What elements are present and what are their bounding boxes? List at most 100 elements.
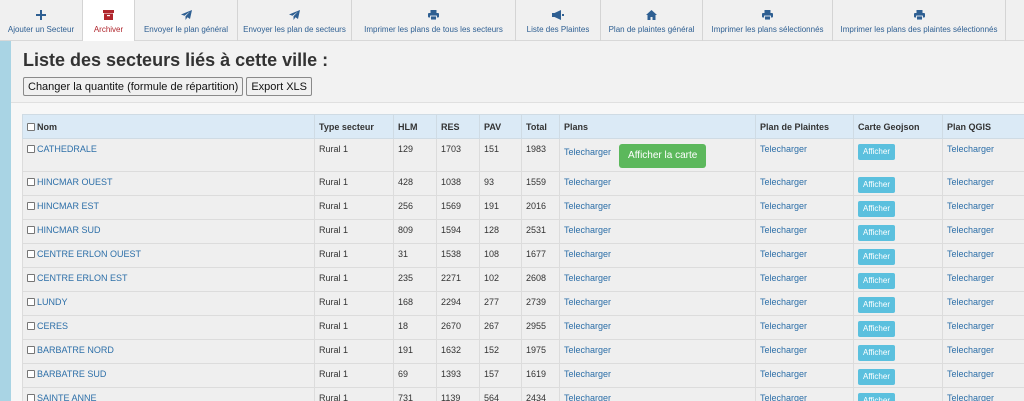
sector-name-link[interactable]: SAINTE ANNE [37,393,97,401]
toolbar-button-label: Plan de plaintes général [608,24,695,34]
plans-download-link[interactable]: Telecharger [564,249,611,259]
afficher-geojson-button[interactable]: Afficher [858,297,895,313]
cell-carte-geojson: Afficher [853,243,943,268]
plaintes-download-link[interactable]: Telecharger [760,249,807,259]
liste-plaintes-button[interactable]: Liste des Plaintes [516,0,601,41]
plans-download-link[interactable]: Telecharger [564,393,611,401]
plaintes-download-link[interactable]: Telecharger [760,273,807,283]
header-res: RES [436,114,480,139]
plaintes-download-link[interactable]: Telecharger [760,144,807,154]
envoyer-plans-secteurs-button[interactable]: Envoyer les plan de secteurs [238,0,352,41]
plaintes-download-link[interactable]: Telecharger [760,393,807,401]
imprimer-plans-selectionnes-button[interactable]: Imprimer les plans sélectionnés [703,0,833,41]
plaintes-download-link[interactable]: Telecharger [760,225,807,235]
row-checkbox[interactable] [27,145,35,153]
export-xls-button[interactable]: Export XLS [246,77,312,96]
plaintes-download-link[interactable]: Telecharger [760,345,807,355]
plans-download-link[interactable]: Telecharger [564,321,611,331]
cell-plan-plaintes: Telecharger [755,267,854,292]
table-row: HINCMAR SUD Rural 1 809 1594 128 2531 Telechar… [22,219,1024,244]
row-checkbox[interactable] [27,298,35,306]
afficher-geojson-button[interactable]: Afficher [858,345,895,361]
afficher-geojson-button[interactable]: Afficher [858,144,895,160]
row-checkbox[interactable] [27,370,35,378]
qgis-download-link[interactable]: Telecharger [947,201,994,211]
row-checkbox[interactable] [27,394,35,401]
left-sidebar-strip [0,41,11,401]
qgis-download-link[interactable]: Telecharger [947,345,994,355]
plaintes-download-link[interactable]: Telecharger [760,369,807,379]
cell-plan-qgis: Telecharger [942,219,1024,244]
plaintes-download-link[interactable]: Telecharger [760,297,807,307]
cell-hlm: 256 [393,195,437,220]
afficher-geojson-button[interactable]: Afficher [858,321,895,337]
plans-download-link[interactable]: Telecharger [564,273,611,283]
cell-pav: 152 [479,339,522,364]
afficher-geojson-button[interactable]: Afficher [858,177,895,193]
cell-plan-qgis: Telecharger [942,171,1024,196]
row-checkbox[interactable] [27,346,35,354]
afficher-geojson-button[interactable]: Afficher [858,369,895,385]
plaintes-download-link[interactable]: Telecharger [760,177,807,187]
qgis-download-link[interactable]: Telecharger [947,297,994,307]
cell-nom: CENTRE ERLON EST [22,267,315,292]
sector-name-link[interactable]: HINCMAR EST [37,201,99,211]
afficher-geojson-button[interactable]: Afficher [858,249,895,265]
archiver-button[interactable]: Archiver [83,0,135,41]
select-all-checkbox[interactable] [27,122,35,131]
afficher-geojson-button[interactable]: Afficher [858,393,895,401]
table-row: CENTRE ERLON EST Rural 1 235 2271 102 2608 Tel… [22,267,1024,292]
cell-nom: LUNDY [22,291,315,316]
imprimer-plans-tous-secteurs-button[interactable]: Imprimer les plans de tous les secteurs [352,0,516,41]
sector-name-link[interactable]: HINCMAR SUD [37,225,101,235]
plans-download-link[interactable]: Telecharger [564,147,611,157]
qgis-download-link[interactable]: Telecharger [947,273,994,283]
row-checkbox[interactable] [27,250,35,258]
change-quantity-button[interactable]: Changer la quantite (formule de répartit… [23,77,244,96]
afficher-geojson-button[interactable]: Afficher [858,273,895,289]
cell-plan-qgis: Telecharger [942,195,1024,220]
ajouter-secteur-button[interactable]: Ajouter un Secteur [0,0,83,41]
show-map-button[interactable]: Afficher la carte [619,144,707,168]
plans-download-link[interactable]: Telecharger [564,369,611,379]
sector-name-link[interactable]: CATHEDRALE [37,144,97,154]
qgis-download-link[interactable]: Telecharger [947,321,994,331]
qgis-download-link[interactable]: Telecharger [947,144,994,154]
sector-name-link[interactable]: CENTRE ERLON EST [37,273,128,283]
cell-carte-geojson: Afficher [853,339,943,364]
cell-hlm: 69 [393,363,437,388]
plaintes-download-link[interactable]: Telecharger [760,201,807,211]
plan-plaintes-general-button[interactable]: Plan de plaintes général [601,0,703,41]
row-checkbox[interactable] [27,322,35,330]
plans-download-link[interactable]: Telecharger [564,345,611,355]
plans-download-link[interactable]: Telecharger [564,201,611,211]
row-checkbox[interactable] [27,202,35,210]
page-header: Liste des secteurs liés à cette ville : … [11,41,1024,103]
sector-name-link[interactable]: CENTRE ERLON OUEST [37,249,141,259]
sector-name-link[interactable]: LUNDY [37,297,68,307]
afficher-geojson-button[interactable]: Afficher [858,225,895,241]
qgis-download-link[interactable]: Telecharger [947,393,994,401]
imprimer-plans-plaintes-selectionnes-button[interactable]: Imprimer les plans des plaintes sélectio… [833,0,1006,41]
plans-download-link[interactable]: Telecharger [564,297,611,307]
qgis-download-link[interactable]: Telecharger [947,369,994,379]
cell-plan-qgis: Telecharger [942,387,1024,401]
plaintes-download-link[interactable]: Telecharger [760,321,807,331]
sector-name-link[interactable]: BARBATRE NORD [37,345,114,355]
envoyer-plan-general-button[interactable]: Envoyer le plan général [135,0,238,41]
row-checkbox[interactable] [27,178,35,186]
qgis-download-link[interactable]: Telecharger [947,249,994,259]
sector-name-link[interactable]: BARBATRE SUD [37,369,106,379]
cell-pav: 157 [479,363,522,388]
afficher-geojson-button[interactable]: Afficher [858,201,895,217]
plans-download-link[interactable]: Telecharger [564,225,611,235]
qgis-download-link[interactable]: Telecharger [947,177,994,187]
row-checkbox[interactable] [27,226,35,234]
cell-plan-qgis: Telecharger [942,363,1024,388]
qgis-download-link[interactable]: Telecharger [947,225,994,235]
sector-name-link[interactable]: HINCMAR OUEST [37,177,113,187]
sectors-table: Nom Type secteur HLM RES PAV Total Plans… [22,114,1024,401]
plans-download-link[interactable]: Telecharger [564,177,611,187]
row-checkbox[interactable] [27,274,35,282]
sector-name-link[interactable]: CERES [37,321,68,331]
